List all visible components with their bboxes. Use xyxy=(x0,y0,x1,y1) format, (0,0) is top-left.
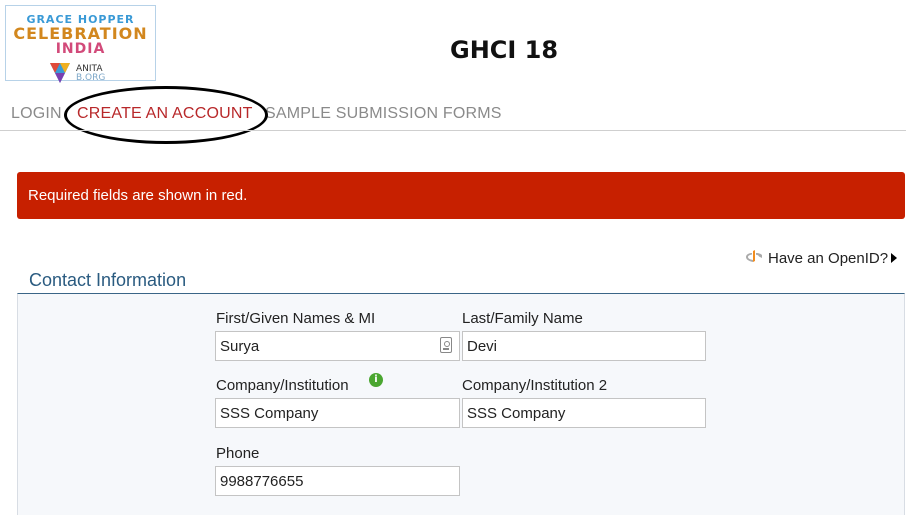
nav-divider xyxy=(0,130,906,131)
contact-information-panel xyxy=(17,293,905,515)
org-line-2: B.ORG xyxy=(76,73,106,83)
company-input[interactable]: SSS Company xyxy=(215,398,460,428)
nav-sample-submission-forms[interactable]: SAMPLE SUBMISSION FORMS xyxy=(265,105,502,123)
ghc-india-logo[interactable]: GRACE HOPPER CELEBRATION INDIA ANITA B.O… xyxy=(5,5,156,83)
phone-label: Phone xyxy=(216,445,260,462)
openid-label: Have an OpenID? xyxy=(768,250,889,267)
last-name-label: Last/Family Name xyxy=(462,310,583,327)
first-name-label: First/Given Names & MI xyxy=(216,310,376,327)
required-fields-alert: Required fields are shown in red. xyxy=(17,172,905,219)
nav-login[interactable]: LOGIN xyxy=(11,105,62,123)
company2-label: Company/Institution 2 xyxy=(462,377,608,394)
phone-input[interactable]: 9988776655 xyxy=(215,466,460,496)
last-name-value: Devi xyxy=(467,338,498,355)
logo-line-3: INDIA xyxy=(55,41,106,57)
contact-information-heading: Contact Information xyxy=(29,270,187,290)
company2-input[interactable]: SSS Company xyxy=(462,398,706,428)
openid-link[interactable]: Have an OpenID? xyxy=(746,249,898,267)
company-value: SSS Company xyxy=(220,405,319,422)
info-icon[interactable]: i xyxy=(369,373,383,387)
logo-line-2: CELEBRATION xyxy=(13,24,148,43)
openid-icon xyxy=(746,250,762,262)
first-name-input[interactable]: Surya xyxy=(215,331,460,361)
phone-value: 9988776655 xyxy=(220,473,304,490)
company-label: Company/Institution xyxy=(216,377,349,394)
alert-text: Required fields are shown in red. xyxy=(28,187,248,204)
highlight-ellipse xyxy=(64,86,268,144)
anitab-logo-icon xyxy=(50,63,70,83)
last-name-input[interactable]: Devi xyxy=(462,331,706,361)
page-title: GHCI 18 xyxy=(450,36,559,64)
company2-value: SSS Company xyxy=(467,405,566,422)
caret-right-icon xyxy=(891,253,898,263)
contact-card-icon[interactable] xyxy=(440,337,452,353)
first-name-value: Surya xyxy=(220,338,260,355)
anitab-org-text: ANITA B.ORG xyxy=(76,65,105,83)
